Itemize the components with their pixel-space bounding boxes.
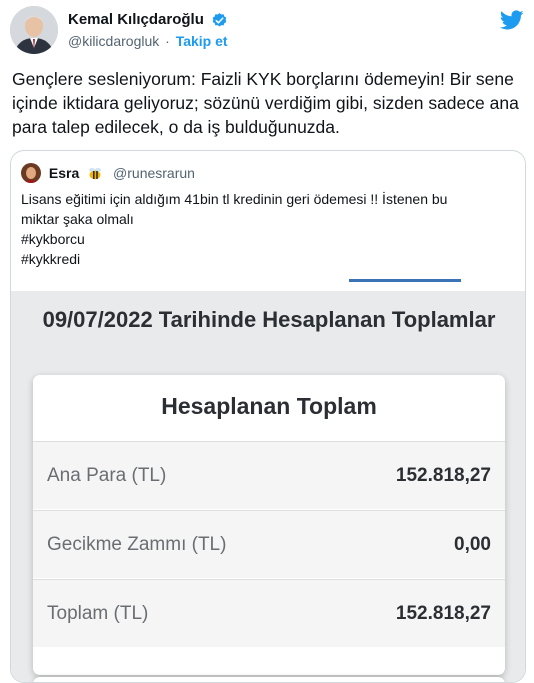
author-info: Kemal Kılıçdaroğlu @kilicdarogluk · Taki… <box>68 11 228 51</box>
tweet-header: Kemal Kılıçdaroğlu @kilicdarogluk · Taki… <box>10 6 524 56</box>
quoted-tweet[interactable]: Esra @runesrarun Lisans eğitimi için ald… <box>10 150 526 683</box>
row-label: Toplam (TL) <box>47 603 149 624</box>
row-value: 152.818,27 <box>395 603 491 624</box>
twitter-bird-icon[interactable] <box>499 8 524 32</box>
separator-dot: · <box>165 33 170 50</box>
totals-card-title: Hesaplanan Toplam <box>161 393 377 419</box>
author-handle[interactable]: @kilicdarogluk <box>68 33 159 49</box>
totals-row: Gecikme Zammı (TL) 0,00 <box>33 510 505 578</box>
quote-text-line: Lisans eğitimi için aldığım 41bin tl kre… <box>21 191 448 207</box>
quote-author-handle[interactable]: @runesrarun <box>113 162 195 184</box>
totals-card: Hesaplanan Toplam Ana Para (TL) 152.818,… <box>33 375 505 675</box>
totals-row: Toplam (TL) 152.818,27 <box>33 579 505 647</box>
media-tab-indicator <box>349 279 461 282</box>
follow-button[interactable]: Takip et <box>176 33 228 49</box>
quote-media-image[interactable]: 09/07/2022 Tarihinde Hesaplanan Toplamla… <box>11 279 525 682</box>
quote-text: Lisans eğitimi için aldığım 41bin tl kre… <box>21 189 513 269</box>
row-value: 0,00 <box>454 534 491 555</box>
media-title: 09/07/2022 Tarihinde Hesaplanan Toplamla… <box>42 307 496 332</box>
quote-text-line: miktar şaka olmalı <box>21 211 134 227</box>
quote-header: Esra @runesrarun <box>21 161 195 184</box>
hashtag-link[interactable]: #kykkredi <box>21 249 513 269</box>
author-name[interactable]: Kemal Kılıçdaroğlu <box>68 11 204 29</box>
next-card-edge <box>33 677 505 682</box>
row-label: Gecikme Zammı (TL) <box>47 534 227 555</box>
row-label: Ana Para (TL) <box>47 465 167 486</box>
hashtag-link[interactable]: #kykborcu <box>21 229 513 249</box>
row-value: 152.818,27 <box>395 465 491 486</box>
tweet-text: Gençlere sesleniyorum: Faizli KYK borçla… <box>12 69 519 137</box>
totals-row: Ana Para (TL) 152.818,27 <box>33 441 505 509</box>
tweet-card: Kemal Kılıçdaroğlu @kilicdarogluk · Taki… <box>0 0 534 683</box>
quote-author-name[interactable]: Esra <box>49 162 79 184</box>
bee-emoji-icon <box>87 165 103 181</box>
verified-badge-icon <box>211 12 228 29</box>
quote-avatar[interactable] <box>21 163 41 184</box>
author-avatar[interactable] <box>10 6 58 54</box>
